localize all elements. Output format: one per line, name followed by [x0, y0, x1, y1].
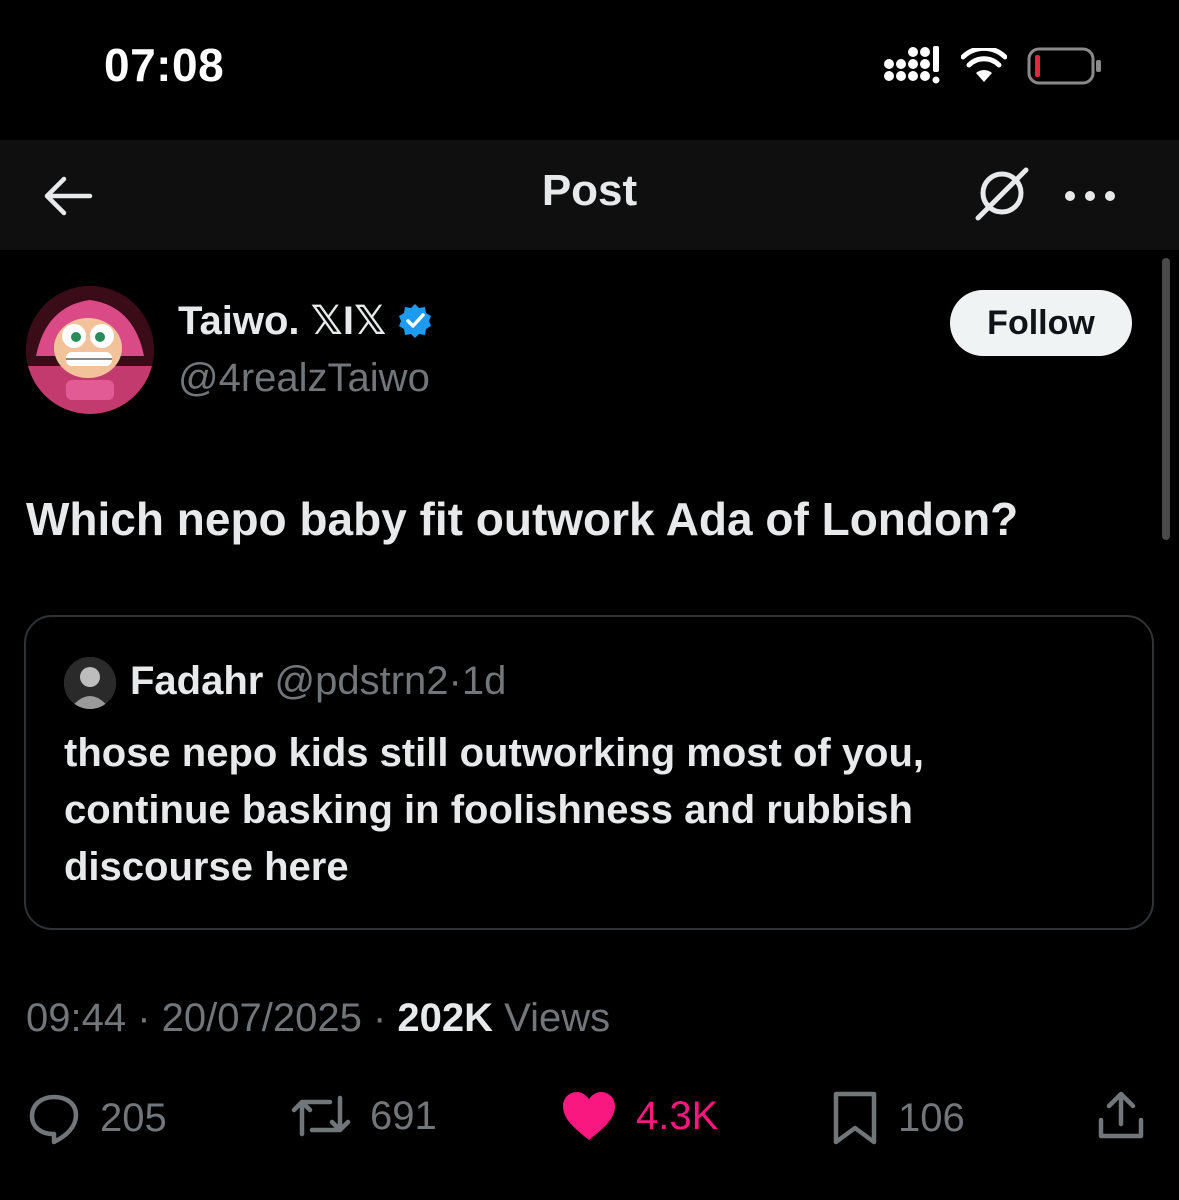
like-count: 4.3K: [636, 1093, 719, 1138]
status-bar: 07:08: [0, 0, 1179, 140]
quoted-post-card[interactable]: Fadahr @pdstrn2·1d those nepo kids still…: [24, 615, 1154, 930]
quoted-post-line: those nepo kids still outworking most of…: [64, 731, 925, 775]
quoted-author-handle: @pdstrn2: [274, 659, 449, 703]
quoted-post-text: those nepo kids still outworking most of…: [64, 725, 1124, 896]
quoted-post-header: Fadahr @pdstrn2·1d: [130, 659, 506, 704]
scrollbar[interactable]: [1162, 258, 1170, 540]
share-icon: [1098, 1091, 1144, 1139]
heart-filled-icon: [563, 1092, 615, 1140]
author-handle[interactable]: @4realzTaiwo: [178, 356, 430, 401]
post-meta: 09:44 · 20/07/2025 · 202K Views: [26, 996, 610, 1041]
follow-button[interactable]: Follow: [950, 290, 1132, 356]
action-bar: 205 691 4.3K 106: [0, 1080, 1179, 1160]
wifi-icon: [961, 48, 1007, 82]
grok-icon[interactable]: [970, 162, 1032, 224]
post-header: Post: [0, 140, 1179, 250]
author-avatar[interactable]: [26, 286, 154, 414]
quoted-author-avatar: [64, 657, 116, 709]
author-name-row: Taiwo. 𝕏I𝕏: [178, 298, 434, 344]
bookmark-button[interactable]: 106: [830, 1090, 965, 1146]
status-icons: [883, 46, 1103, 86]
post-time: 09:44: [26, 996, 127, 1040]
repost-button[interactable]: 691: [290, 1090, 437, 1142]
separator-dot: ·: [126, 996, 162, 1040]
reply-count: 205: [100, 1095, 167, 1140]
repost-count: 691: [370, 1093, 437, 1138]
battery-icon: [1027, 47, 1101, 85]
like-button[interactable]: 4.3K: [560, 1090, 718, 1142]
separator-dot: ·: [448, 659, 462, 703]
quoted-post-age: 1d: [461, 659, 507, 703]
verified-badge-icon: [399, 304, 432, 338]
quoted-post-line: discourse here: [64, 845, 349, 889]
reply-icon: [29, 1094, 79, 1145]
repost-icon: [291, 1095, 351, 1137]
quoted-post-line: continue basking in foolishness and rubb…: [64, 788, 913, 832]
status-time: 07:08: [104, 39, 225, 91]
post-date: 20/07/2025: [161, 996, 362, 1040]
views-count[interactable]: 202K: [397, 996, 493, 1040]
bookmark-count: 106: [898, 1095, 965, 1140]
author-display-name[interactable]: Taiwo. 𝕏I𝕏: [178, 298, 386, 344]
bookmark-icon: [833, 1091, 877, 1145]
more-options-icon[interactable]: [1062, 176, 1118, 216]
separator-dot: ·: [361, 996, 398, 1040]
cellular-signal-icon: [884, 46, 940, 84]
post-text: Which nepo baby fit outwork Ada of Londo…: [26, 493, 1019, 545]
share-button[interactable]: [1096, 1090, 1146, 1142]
views-label: Views: [504, 996, 611, 1040]
reply-button[interactable]: 205: [26, 1090, 167, 1146]
quoted-author-name: Fadahr: [130, 659, 264, 703]
